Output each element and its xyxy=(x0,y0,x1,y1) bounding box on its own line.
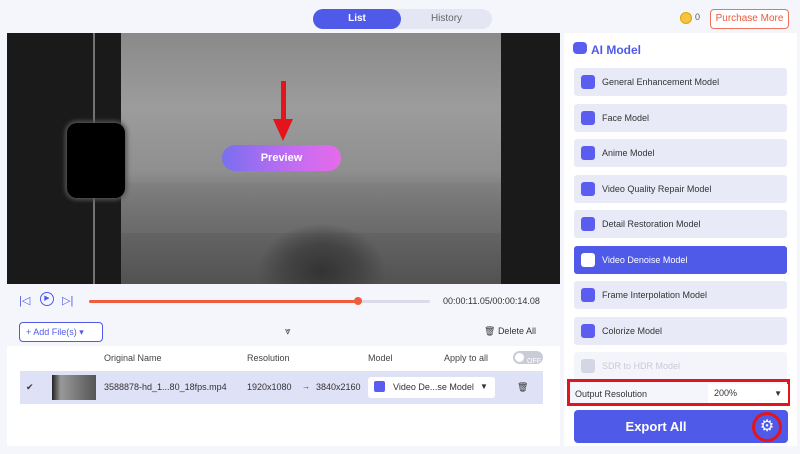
model-label: Face Model xyxy=(602,112,650,123)
trash-icon[interactable]: 🗑 xyxy=(517,382,528,393)
target-resolution: 3840x2160 xyxy=(316,382,361,392)
col-original-name: Original Name xyxy=(104,353,162,363)
output-resolution-value: 200% xyxy=(714,388,738,398)
preview-button[interactable]: Preview xyxy=(222,145,341,171)
top-bar: List History 0 Purchase More xyxy=(0,0,800,33)
chevron-down-icon: ▾ xyxy=(76,327,84,337)
source-resolution: 1920x1080 xyxy=(247,382,292,392)
film-sprocket-hole xyxy=(67,123,125,198)
trash-icon: 🗑 xyxy=(484,326,498,336)
toggle-state: OFF xyxy=(527,358,541,365)
model-label: Anime Model xyxy=(602,148,655,158)
model-label: Video Denoise Model xyxy=(602,254,688,265)
model-icon xyxy=(581,323,595,338)
model-label: Colorize Model xyxy=(602,325,663,336)
tab-history[interactable]: History xyxy=(401,9,492,29)
collapse-icon[interactable]: ⩔ xyxy=(285,326,291,337)
progress-slider[interactable] xyxy=(89,297,430,305)
playback-time: 00:00:11.05/00:00:14.08 xyxy=(443,296,540,306)
video-preview: Preview xyxy=(7,33,560,284)
model-icon xyxy=(581,75,595,89)
sidebar-title: AI Model xyxy=(591,43,641,57)
tab-list[interactable]: List xyxy=(313,9,401,29)
gear-icon[interactable]: ⚙ xyxy=(752,412,782,442)
row-model-label: Video De...se Model xyxy=(393,382,474,392)
file-list-header: Original Name Resolution Model Apply to … xyxy=(7,346,560,370)
caret-down-icon: ▼ xyxy=(480,382,488,391)
player-controls: |◁ ▶ ▷| 00:00:11.05/00:00:14.08 xyxy=(7,287,560,315)
model-item[interactable]: Anime Model xyxy=(574,139,787,167)
purchase-more-button[interactable]: Purchase More xyxy=(710,9,789,29)
output-resolution-select[interactable]: 200% ▼ xyxy=(708,384,788,403)
add-files-button[interactable]: + Add File(s) ▾ xyxy=(19,322,103,342)
annotation-arrow-icon xyxy=(273,81,293,141)
video-model-icon xyxy=(374,381,385,392)
delete-all-button[interactable]: 🗑 Delete All xyxy=(484,326,536,337)
apply-to-all-toggle[interactable]: OFF xyxy=(513,351,543,365)
file-toolbar: + Add File(s) ▾ ⩔ 🗑 Delete All xyxy=(7,318,560,346)
toggle-knob xyxy=(515,353,524,362)
model-icon xyxy=(581,288,595,302)
output-resolution-label: Output Resolution xyxy=(575,389,648,399)
previous-frame-icon[interactable]: |◁ xyxy=(19,294,30,307)
model-label: General Enhancement Model xyxy=(602,77,720,87)
arrow-right-icon: → xyxy=(302,382,310,391)
model-label: Video Quality Repair Model xyxy=(602,183,712,194)
model-label: SDR to HDR Model xyxy=(602,361,681,371)
video-thumbnail xyxy=(52,375,96,400)
coin-count: 0 xyxy=(695,12,701,22)
model-item: SDR to HDR Model xyxy=(574,352,787,380)
model-icon xyxy=(581,181,595,196)
model-item[interactable]: Video Denoise Model xyxy=(574,245,787,274)
model-label: Detail Restoration Model xyxy=(602,219,701,229)
delete-all-label: Delete All xyxy=(497,326,536,336)
col-resolution: Resolution xyxy=(247,353,290,363)
model-item[interactable]: Video Quality Repair Model xyxy=(574,174,787,203)
add-files-label: Add File(s) xyxy=(33,327,77,337)
table-row[interactable]: ✔ 3588878-hd_1...80_18fps.mp4 1920x1080 … xyxy=(20,371,543,404)
output-resolution-panel: Output Resolution 200% ▼ xyxy=(567,379,790,406)
file-list: Original Name Resolution Model Apply to … xyxy=(7,346,560,446)
checkmark-icon[interactable]: ✔ xyxy=(26,382,34,393)
model-icon xyxy=(581,146,595,160)
model-item[interactable]: General Enhancement Model xyxy=(574,68,787,96)
model-icon xyxy=(581,359,595,373)
robot-icon xyxy=(573,42,587,54)
progress-handle[interactable] xyxy=(354,297,363,305)
model-icon xyxy=(581,252,595,267)
model-item[interactable]: Colorize Model xyxy=(574,316,787,345)
model-item[interactable]: Detail Restoration Model xyxy=(574,210,787,238)
film-trees xyxy=(257,223,387,284)
model-item[interactable]: Face Model xyxy=(574,103,787,132)
model-icon xyxy=(581,217,595,231)
play-icon[interactable]: ▶ xyxy=(40,292,54,306)
model-icon xyxy=(581,110,595,125)
progress-fill xyxy=(89,300,359,303)
caret-down-icon: ▼ xyxy=(774,389,782,398)
apply-to-all-label: Apply to all xyxy=(444,353,489,363)
file-name: 3588878-hd_1...80_18fps.mp4 xyxy=(104,382,227,392)
coin-icon xyxy=(680,12,692,24)
view-tabs: List History xyxy=(313,9,492,29)
col-model: Model xyxy=(368,353,393,363)
next-frame-icon[interactable]: ▷| xyxy=(62,294,73,307)
model-item[interactable]: Frame Interpolation Model xyxy=(574,281,787,309)
row-model-select[interactable]: Video De...se Model ▼ xyxy=(368,377,495,398)
model-label: Frame Interpolation Model xyxy=(602,290,708,300)
